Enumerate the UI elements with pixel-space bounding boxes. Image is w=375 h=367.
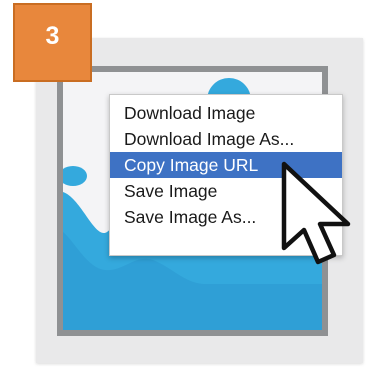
step-number: 3 <box>45 22 60 50</box>
step-badge: 3 <box>13 3 92 82</box>
cloud-shape <box>63 166 87 186</box>
menu-item-download-image[interactable]: Download Image <box>110 100 342 126</box>
menu-item-download-image-as[interactable]: Download Image As... <box>110 126 342 152</box>
arrow-pointer-icon <box>281 161 351 265</box>
tutorial-illustration: 3 Download Image Download Image As... Co… <box>0 0 375 367</box>
